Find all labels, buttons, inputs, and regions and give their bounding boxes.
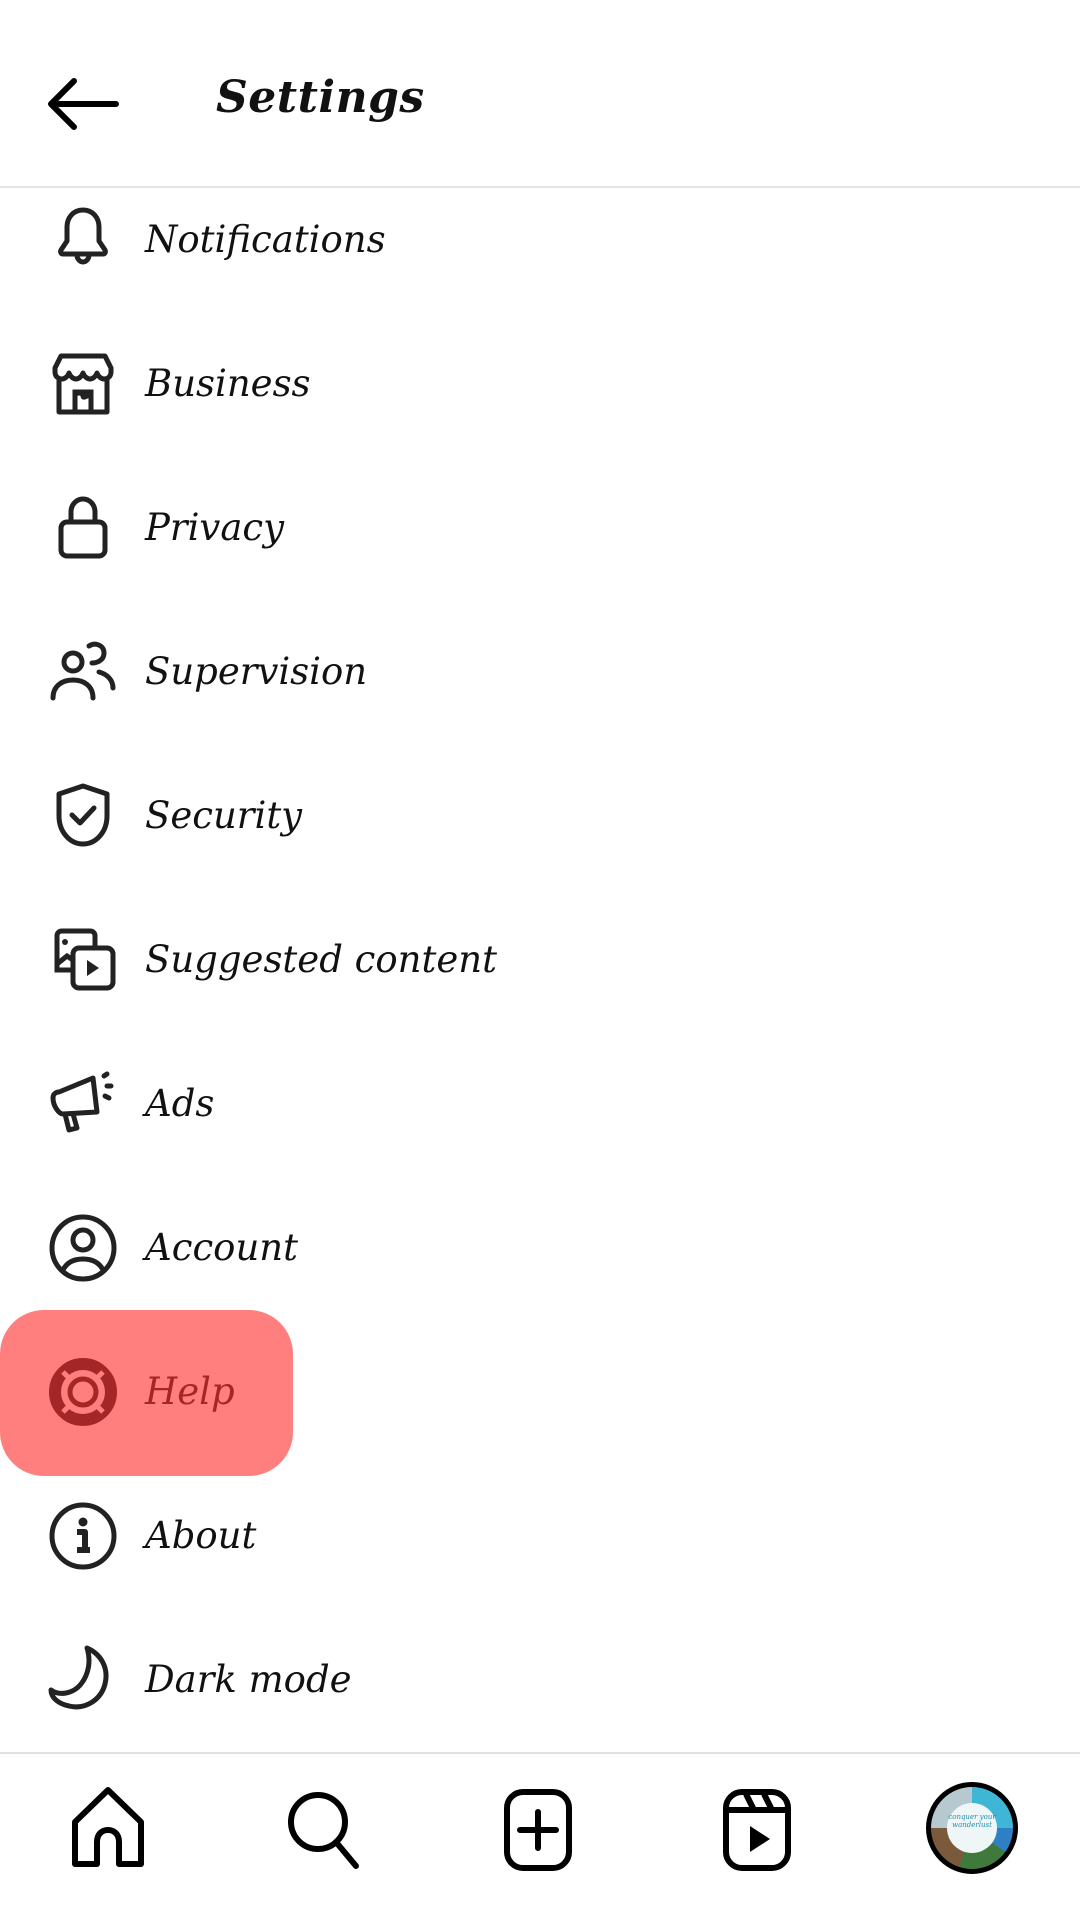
menu-item-help[interactable]: Help [0, 1310, 1080, 1476]
people-icon [47, 636, 119, 708]
bell-icon [47, 204, 119, 276]
menu-item-suggested-content[interactable]: Suggested content [0, 888, 1080, 1032]
menu-item-label: About [145, 1514, 257, 1557]
bottom-nav: conquer your wanderlust [0, 1752, 1080, 1922]
menu-item-label: Suggested content [145, 938, 497, 981]
lifebuoy-icon [47, 1356, 119, 1428]
back-button[interactable] [46, 76, 120, 132]
reels-icon [723, 1789, 791, 1871]
header-bar: Settings [0, 0, 1080, 188]
plus-square-icon [504, 1789, 572, 1871]
search-icon [288, 1792, 359, 1869]
user-circle-icon [47, 1212, 119, 1284]
arrow-left-icon [48, 78, 119, 130]
megaphone-icon [47, 1068, 119, 1140]
menu-item-label: Security [145, 794, 303, 837]
shield-check-icon [47, 780, 119, 852]
menu-item-about[interactable]: About [0, 1464, 1080, 1608]
nav-reels-button[interactable] [712, 1784, 802, 1874]
menu-item-dark-mode[interactable]: Dark mode [0, 1608, 1080, 1752]
menu-item-business[interactable]: Business [0, 312, 1080, 456]
nav-search-button[interactable] [280, 1784, 370, 1874]
lock-icon [47, 492, 119, 564]
menu-item-privacy[interactable]: Privacy [0, 456, 1080, 600]
menu-item-label: Ads [145, 1082, 215, 1125]
menu-item-label: Supervision [145, 650, 368, 693]
menu-item-label: Help [145, 1370, 235, 1413]
menu-item-label: Business [145, 362, 311, 405]
media-play-icon [47, 924, 119, 996]
nav-home-button[interactable] [63, 1784, 153, 1874]
page-title: Settings [216, 72, 425, 123]
avatar-text: conquer your wanderlust [947, 1803, 997, 1853]
menu-item-label: Account [145, 1226, 298, 1269]
moon-icon [47, 1644, 119, 1716]
menu-item-label: Notifications [145, 218, 386, 261]
menu-item-notifications[interactable]: Notifications [0, 168, 1080, 312]
nav-profile-avatar[interactable]: conquer your wanderlust [926, 1782, 1018, 1874]
info-circle-icon [47, 1500, 119, 1572]
menu-item-ads[interactable]: Ads [0, 1032, 1080, 1176]
menu-item-supervision[interactable]: Supervision [0, 600, 1080, 744]
menu-item-label: Dark mode [145, 1658, 352, 1701]
menu-item-account[interactable]: Account [0, 1176, 1080, 1320]
storefront-icon [47, 348, 119, 420]
menu-item-security[interactable]: Security [0, 744, 1080, 888]
menu-item-label: Privacy [145, 506, 285, 549]
home-icon [72, 1787, 144, 1867]
nav-create-button[interactable] [495, 1784, 585, 1874]
